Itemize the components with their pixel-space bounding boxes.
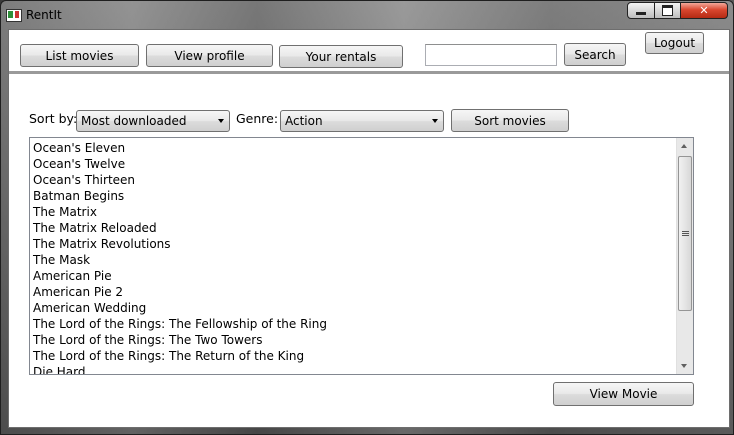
movie-list[interactable]: Ocean's Eleven Ocean's Twelve Ocean's Thir… [29,137,694,375]
list-item[interactable]: The Matrix Revolutions [33,236,673,252]
sort-movies-button[interactable]: Sort movies [451,109,569,132]
search-button[interactable]: Search [564,43,626,66]
minimize-icon [636,12,646,15]
caption-buttons: ✕ [627,2,728,21]
window-title: RentIt [26,8,62,22]
list-item[interactable]: Batman Begins [33,188,673,204]
sort-by-dropdown[interactable]: Most downloaded [76,110,230,132]
chevron-down-icon [432,119,438,123]
genre-label: Genre: [236,111,279,126]
list-item[interactable]: Ocean's Twelve [33,156,673,172]
scroll-down-icon[interactable] [681,364,687,368]
genre-value: Action [285,114,323,128]
scroll-up-icon[interactable] [681,144,687,148]
toolbar-separator [9,71,729,74]
maximize-button[interactable] [654,2,681,19]
logout-button[interactable]: Logout [645,32,704,54]
genre-dropdown[interactable]: Action [280,110,444,132]
list-item[interactable]: American Wedding [33,300,673,316]
app-icon [6,9,22,22]
app-window: RentIt ✕ List movies View profile Your r… [0,0,734,435]
list-item[interactable]: American Pie [33,268,673,284]
chevron-down-icon [218,119,224,123]
close-icon: ✕ [699,4,709,17]
list-item[interactable]: The Lord of the Rings: The Two Towers [33,332,673,348]
list-item[interactable]: American Pie 2 [33,284,673,300]
scroll-thumb[interactable] [678,156,692,311]
close-button[interactable]: ✕ [680,2,728,19]
maximize-icon [662,5,673,16]
search-input[interactable] [425,44,557,66]
list-item[interactable]: The Mask [33,252,673,268]
movie-list-items: Ocean's Eleven Ocean's Twelve Ocean's Thir… [33,140,673,374]
list-item[interactable]: The Matrix Reloaded [33,220,673,236]
list-item[interactable]: The Matrix [33,204,673,220]
view-movie-button[interactable]: View Movie [553,382,694,406]
view-profile-button[interactable]: View profile [146,44,273,67]
list-item[interactable]: The Lord of the Rings: The Fellowship of… [33,316,673,332]
list-item[interactable]: Die Hard [33,364,673,374]
list-item[interactable]: Ocean's Eleven [33,140,673,156]
your-rentals-button[interactable]: Your rentals [279,45,403,68]
minimize-button[interactable] [627,2,655,19]
sort-by-value: Most downloaded [81,114,187,128]
list-movies-button[interactable]: List movies [20,44,139,67]
list-scrollbar[interactable] [676,138,693,374]
list-item[interactable]: Ocean's Thirteen [33,172,673,188]
list-item[interactable]: The Lord of the Rings: The Return of the… [33,348,673,364]
sort-by-label: Sort by: [29,111,78,126]
title-bar[interactable]: RentIt ✕ [1,1,733,29]
client-area: List movies View profile Your rentals Se… [8,29,730,428]
